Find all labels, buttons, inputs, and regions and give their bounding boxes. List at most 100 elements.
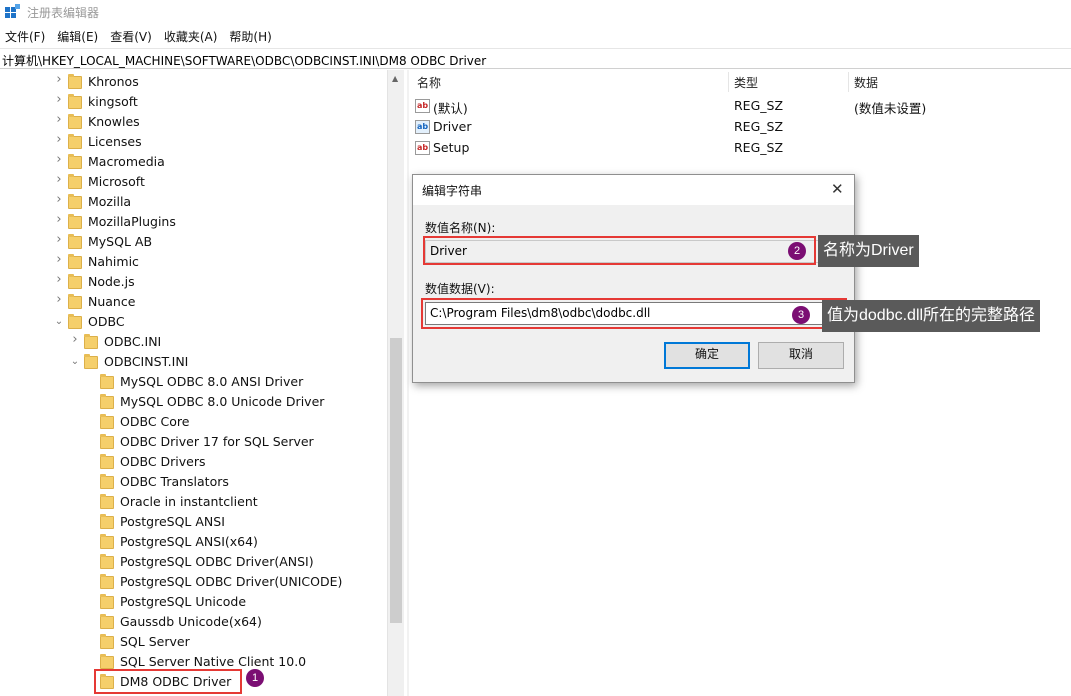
close-icon[interactable]: ✕ [831,180,844,198]
tree-item-level1[interactable]: › Node.js [0,272,387,292]
values-pane: 名称 类型 数据 ab (默认) REG_SZ (数值未设置) ab Drive… [410,70,1071,696]
tree-item-level1[interactable]: › Macromedia [0,152,387,172]
folder-icon [100,434,114,449]
chevron-right-icon[interactable]: › [54,193,64,206]
tree-item-driver[interactable]: PostgreSQL Unicode [0,592,387,612]
cancel-button[interactable]: 取消 [758,342,844,369]
column-header-type[interactable]: 类型 [734,74,758,91]
menu-view[interactable]: 查看(V) [105,26,159,46]
regedit-icon [5,4,20,18]
folder-icon [68,274,82,289]
tree-item-label: ODBC Translators [120,474,229,489]
tree-item-level1[interactable]: › Nahimic [0,252,387,272]
tree-item-driver[interactable]: MySQL ODBC 8.0 Unicode Driver [0,392,387,412]
tree-item-level1[interactable]: › Licenses [0,132,387,152]
tree-item-driver[interactable]: Oracle in instantclient [0,492,387,512]
tree-item-level1[interactable]: › Microsoft [0,172,387,192]
chevron-right-icon[interactable]: › [54,153,64,166]
folder-icon [68,314,82,329]
step-badge-2: 2 [788,242,806,260]
tree-item-level1[interactable]: › MySQL AB [0,232,387,252]
tree-item-odbc-child[interactable]: › ODBC.INI [0,332,387,352]
tree-item-driver[interactable]: PostgreSQL ANSI [0,512,387,532]
string-value-icon: ab [415,141,430,155]
tree-item-label: Macromedia [88,154,165,169]
chevron-right-icon[interactable]: › [54,213,64,226]
ok-button[interactable]: 确定 [664,342,750,369]
chevron-right-icon[interactable]: › [54,253,64,266]
folder-icon [68,114,82,129]
chevron-right-icon[interactable]: › [54,233,64,246]
folder-icon [68,154,82,169]
edit-string-dialog: 编辑字符串 ✕ 数值名称(N): Driver 数值数据(V): C:\Prog… [412,174,855,383]
tree-item-driver[interactable]: ODBC Drivers [0,452,387,472]
tree-scrollbar[interactable]: ▲ [387,70,404,696]
tree-item-driver[interactable]: PostgreSQL ANSI(x64) [0,532,387,552]
dialog-title: 编辑字符串 [422,184,483,198]
chevron-right-icon[interactable]: › [54,133,64,146]
tree-item-level1[interactable]: › MozillaPlugins [0,212,387,232]
chevron-right-icon[interactable]: › [54,273,64,286]
highlight-data-field [421,298,847,329]
tree-item-level1[interactable]: › Nuance [0,292,387,312]
tree-item-driver[interactable]: PostgreSQL ODBC Driver(UNICODE) [0,572,387,592]
chevron-right-icon[interactable]: › [70,333,80,346]
tree-item-label: SQL Server [120,634,190,649]
tree-item-driver[interactable]: ODBC Translators [0,472,387,492]
tree-item-driver[interactable]: PostgreSQL ODBC Driver(ANSI) [0,552,387,572]
tree-item-label: Gaussdb Unicode(x64) [120,614,262,629]
value-row-default[interactable]: ab (默认) REG_SZ (数值未设置) [410,96,1070,117]
column-header-data[interactable]: 数据 [854,74,878,91]
folder-icon [100,494,114,509]
tree-item-driver[interactable]: MySQL ODBC 8.0 ANSI Driver [0,372,387,392]
folder-icon [100,374,114,389]
scroll-thumb[interactable] [390,338,402,623]
tree-item-label: ODBC Drivers [120,454,206,469]
tree-item-label: PostgreSQL ANSI [120,514,225,529]
folder-icon [100,614,114,629]
tree-item-label: ODBC Driver 17 for SQL Server [120,434,314,449]
folder-icon [100,574,114,589]
tree-item-odbc-child[interactable]: ⌄ ODBCINST.INI [0,352,387,372]
tree-item-label: Khronos [88,74,139,89]
column-divider[interactable] [848,72,849,92]
tree-item-level1[interactable]: ⌄ ODBC [0,312,387,332]
tree-item-driver[interactable]: Gaussdb Unicode(x64) [0,612,387,632]
tree-item-level1[interactable]: › kingsoft [0,92,387,112]
menu-favorites[interactable]: 收藏夹(A) [159,26,225,46]
value-row-driver[interactable]: ab Driver REG_SZ [410,117,1070,138]
chevron-down-icon[interactable]: ⌄ [54,317,64,327]
menu-edit[interactable]: 编辑(E) [52,26,105,46]
address-bar[interactable]: 计算机\HKEY_LOCAL_MACHINE\SOFTWARE\ODBC\ODB… [0,48,1071,69]
chevron-right-icon[interactable]: › [54,293,64,306]
column-header-name[interactable]: 名称 [417,74,441,91]
tree-item-level1[interactable]: › Knowles [0,112,387,132]
tree-item-label: Nahimic [88,254,139,269]
title-bar: 注册表编辑器 [0,0,1071,24]
chevron-right-icon[interactable]: › [54,73,64,86]
pane-splitter[interactable] [407,70,409,696]
chevron-down-icon[interactable]: ⌄ [70,357,80,367]
menu-file[interactable]: 文件(F) [0,26,52,46]
value-name: Driver [433,119,472,134]
folder-icon [68,294,82,309]
tree-item-label: PostgreSQL Unicode [120,594,247,609]
value-type: REG_SZ [734,140,784,155]
folder-icon [68,74,82,89]
folder-icon [68,134,82,149]
tree-item-driver[interactable]: ODBC Driver 17 for SQL Server [0,432,387,452]
value-row-setup[interactable]: ab Setup REG_SZ [410,138,1070,159]
tree-item-driver[interactable]: SQL Server [0,632,387,652]
tree-item-level1[interactable]: › Khronos [0,72,387,92]
value-name: (默认) [433,101,468,116]
chevron-right-icon[interactable]: › [54,93,64,106]
menu-help[interactable]: 帮助(H) [224,26,278,46]
tree-item-driver[interactable]: ODBC Core [0,412,387,432]
tree-item-level1[interactable]: › Mozilla [0,192,387,212]
column-divider[interactable] [728,72,729,92]
dialog-titlebar[interactable]: 编辑字符串 ✕ [413,175,854,205]
chevron-right-icon[interactable]: › [54,173,64,186]
chevron-right-icon[interactable]: › [54,113,64,126]
scroll-up-icon[interactable]: ▲ [392,74,398,83]
tree-item-label: PostgreSQL ODBC Driver(ANSI) [120,554,314,569]
